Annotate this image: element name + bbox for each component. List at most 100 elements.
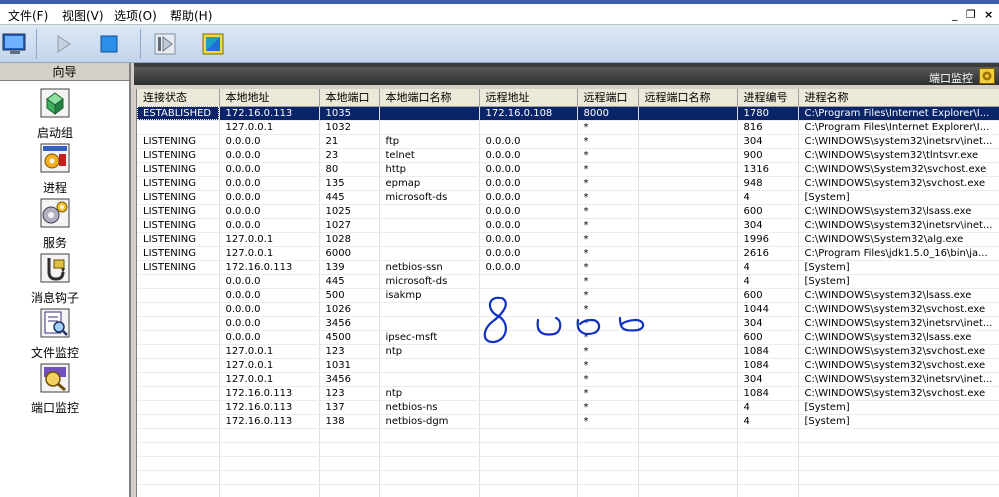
table-row[interactable]: 172.16.0.113 138 netbios-dgm * 4 [System] xyxy=(137,414,999,429)
table-row[interactable]: 172.16.0.113 123 ntp * 1084 C:\WINDOWS\system… xyxy=(137,386,999,401)
cell-local-port: 138 xyxy=(319,414,380,429)
sidebar-item-startup[interactable]: 启动组 xyxy=(0,87,110,141)
table-row[interactable]: 0.0.0.0 500 isakmp * 600 C:\WINDOWS\system32\… xyxy=(137,288,999,303)
sidebar-item-file-monitor[interactable]: 文件监控 xyxy=(0,307,110,361)
table-row[interactable]: LISTENING 0.0.0.0 23 telnet 0.0.0.0 * 900 C:\WI… xyxy=(137,148,999,163)
cell-remote-address: 0.0.0.0 xyxy=(479,260,578,275)
table-row[interactable]: LISTENING 127.0.0.1 1028 0.0.0.0 * 1996 C:\WIN… xyxy=(137,232,999,247)
column-header-state[interactable]: 连接状态 xyxy=(137,89,220,107)
table-row[interactable]: ESTABLISHED 172.16.0.113 1035 172.16.0.108 8… xyxy=(137,106,999,121)
cell-local-port: 3456 xyxy=(319,372,380,387)
close-button[interactable]: × xyxy=(984,8,993,21)
cell-process-name: C:\WINDOWS\system32\inetsrv\inet... xyxy=(798,316,999,331)
cell-remote-port: * xyxy=(577,260,639,275)
empty-cell xyxy=(319,442,380,457)
column-header-local-port-name[interactable]: 本地端口名称 xyxy=(379,89,480,107)
empty-row xyxy=(137,428,999,443)
empty-cell xyxy=(638,484,738,497)
cell-remote-port: * xyxy=(577,400,639,415)
cell-remote-port-name xyxy=(638,218,738,233)
cell-state xyxy=(137,302,220,317)
cell-process-name: C:\WINDOWS\system32\lsass.exe xyxy=(798,204,999,219)
panel-title-bar: 端口监控 xyxy=(134,63,999,85)
services-gears-icon xyxy=(40,198,70,228)
empty-cell xyxy=(638,428,738,443)
sidebar-item-process[interactable]: 进程 xyxy=(0,142,110,196)
toolbar-start-button[interactable] xyxy=(48,29,78,59)
table-row[interactable]: 0.0.0.0 4500 ipsec-msft * 600 C:\WINDOWS\syst… xyxy=(137,330,999,345)
column-header-process-name[interactable]: 进程名称 xyxy=(798,89,999,107)
cell-local-port-name: ntp xyxy=(379,386,480,401)
cell-remote-port: * xyxy=(577,134,639,149)
table-row[interactable]: 0.0.0.0 3456 * 304 C:\WINDOWS\system32\inets… xyxy=(137,316,999,331)
empty-cell xyxy=(137,470,220,485)
cell-state xyxy=(137,386,220,401)
cell-remote-port: * xyxy=(577,162,639,177)
sidebar-item-services[interactable]: 服务 xyxy=(0,197,110,251)
table-row[interactable]: LISTENING 127.0.0.1 6000 0.0.0.0 * 2616 C:\Pro… xyxy=(137,246,999,261)
table-row[interactable]: 127.0.0.1 1032 * 816 C:\Program Files\Intern… xyxy=(137,120,999,135)
table-row[interactable]: LISTENING 0.0.0.0 80 http 0.0.0.0 * 1316 C:\WIN… xyxy=(137,162,999,177)
table-row[interactable]: LISTENING 172.16.0.113 139 netbios-ssn 0.0.0… xyxy=(137,260,999,275)
minimize-button[interactable]: _ xyxy=(952,8,958,21)
column-header-remote-port[interactable]: 远程端口 xyxy=(577,89,639,107)
empty-row xyxy=(137,470,999,485)
column-header-pid[interactable]: 进程编号 xyxy=(737,89,799,107)
cell-process-name: C:\Program Files\Internet Explorer\I... xyxy=(798,106,999,121)
table-row[interactable]: 127.0.0.1 1031 * 1084 C:\WINDOWS\system32\sv… xyxy=(137,358,999,373)
column-header-remote-port-name[interactable]: 远程端口名称 xyxy=(638,89,738,107)
table-row[interactable]: 172.16.0.113 137 netbios-ns * 4 [System] xyxy=(137,400,999,415)
cell-remote-port-name xyxy=(638,232,738,247)
settings-gear-icon[interactable] xyxy=(979,68,995,84)
empty-cell xyxy=(798,484,999,497)
table-row[interactable]: 127.0.0.1 3456 * 304 C:\WINDOWS\system32\ine… xyxy=(137,372,999,387)
table-row[interactable]: LISTENING 0.0.0.0 1025 0.0.0.0 * 600 C:\WINDOW… xyxy=(137,204,999,219)
toolbar xyxy=(0,25,999,63)
table-row[interactable]: LISTENING 0.0.0.0 21 ftp 0.0.0.0 * 304 C:\WINDO… xyxy=(137,134,999,149)
toolbar-separator xyxy=(36,29,37,59)
cell-remote-port: * xyxy=(577,302,639,317)
table-row[interactable]: LISTENING 0.0.0.0 135 epmap 0.0.0.0 * 948 C:\WI… xyxy=(137,176,999,191)
empty-cell xyxy=(479,442,578,457)
cell-state xyxy=(137,274,220,289)
table-row[interactable]: 127.0.0.1 123 ntp * 1084 C:\WINDOWS\system32\… xyxy=(137,344,999,359)
empty-cell xyxy=(319,470,380,485)
toolbar-window-button[interactable] xyxy=(198,29,228,59)
cell-process-name: C:\WINDOWS\system32\svchost.exe xyxy=(798,176,999,191)
sidebar-label: 服务 xyxy=(42,236,67,250)
toolbar-monitor-button[interactable] xyxy=(0,29,30,59)
cell-local-port-name: telnet xyxy=(379,148,480,163)
connection-table: 连接状态 本地地址 本地端口 本地端口名称 远程地址 远程端口 远程端口名称 进… xyxy=(137,89,999,497)
table-row[interactable]: 0.0.0.0 445 microsoft-ds * 4 [System] xyxy=(137,274,999,289)
cell-remote-port: * xyxy=(577,344,639,359)
cell-local-port: 445 xyxy=(319,274,380,289)
cell-local-address: 127.0.0.1 xyxy=(219,344,320,359)
cell-local-port-name: netbios-ssn xyxy=(379,260,480,275)
cell-pid: 600 xyxy=(737,330,799,345)
sidebar-item-port-monitor[interactable]: 端口监控 xyxy=(0,362,110,416)
table-row[interactable]: 0.0.0.0 1026 * 1044 C:\WINDOWS\system32\svch… xyxy=(137,302,999,317)
column-header-remote-address[interactable]: 远程地址 xyxy=(479,89,578,107)
cell-remote-address: 0.0.0.0 xyxy=(479,218,578,233)
sidebar-item-message-hook[interactable]: 消息钩子 xyxy=(0,252,110,306)
panel-title-gradient: 端口监控 xyxy=(134,67,999,85)
empty-cell xyxy=(319,484,380,497)
cell-remote-address xyxy=(479,274,578,289)
menu-options[interactable]: 选项(O) xyxy=(114,7,157,24)
empty-cell xyxy=(798,442,999,457)
toolbar-step-button[interactable] xyxy=(150,29,180,59)
restore-button[interactable]: ❐ xyxy=(966,8,976,21)
menu-help[interactable]: 帮助(H) xyxy=(170,7,212,24)
column-header-local-port[interactable]: 本地端口 xyxy=(319,89,380,107)
menu-view[interactable]: 视图(V) xyxy=(62,7,104,24)
column-header-local-address[interactable]: 本地地址 xyxy=(219,89,320,107)
window-icon xyxy=(202,33,224,55)
table-row[interactable]: LISTENING 0.0.0.0 1027 0.0.0.0 * 304 C:\WINDOW… xyxy=(137,218,999,233)
table-row[interactable]: LISTENING 0.0.0.0 445 microsoft-ds 0.0.0.0 * 4… xyxy=(137,190,999,205)
menu-file[interactable]: 文件(F) xyxy=(8,7,48,24)
connection-table-container[interactable]: 连接状态 本地地址 本地端口 本地端口名称 远程地址 远程端口 远程端口名称 进… xyxy=(136,89,999,497)
cell-local-port-name xyxy=(379,246,480,261)
toolbar-stop-button[interactable] xyxy=(94,29,124,59)
empty-row xyxy=(137,442,999,457)
cell-local-port: 6000 xyxy=(319,246,380,261)
